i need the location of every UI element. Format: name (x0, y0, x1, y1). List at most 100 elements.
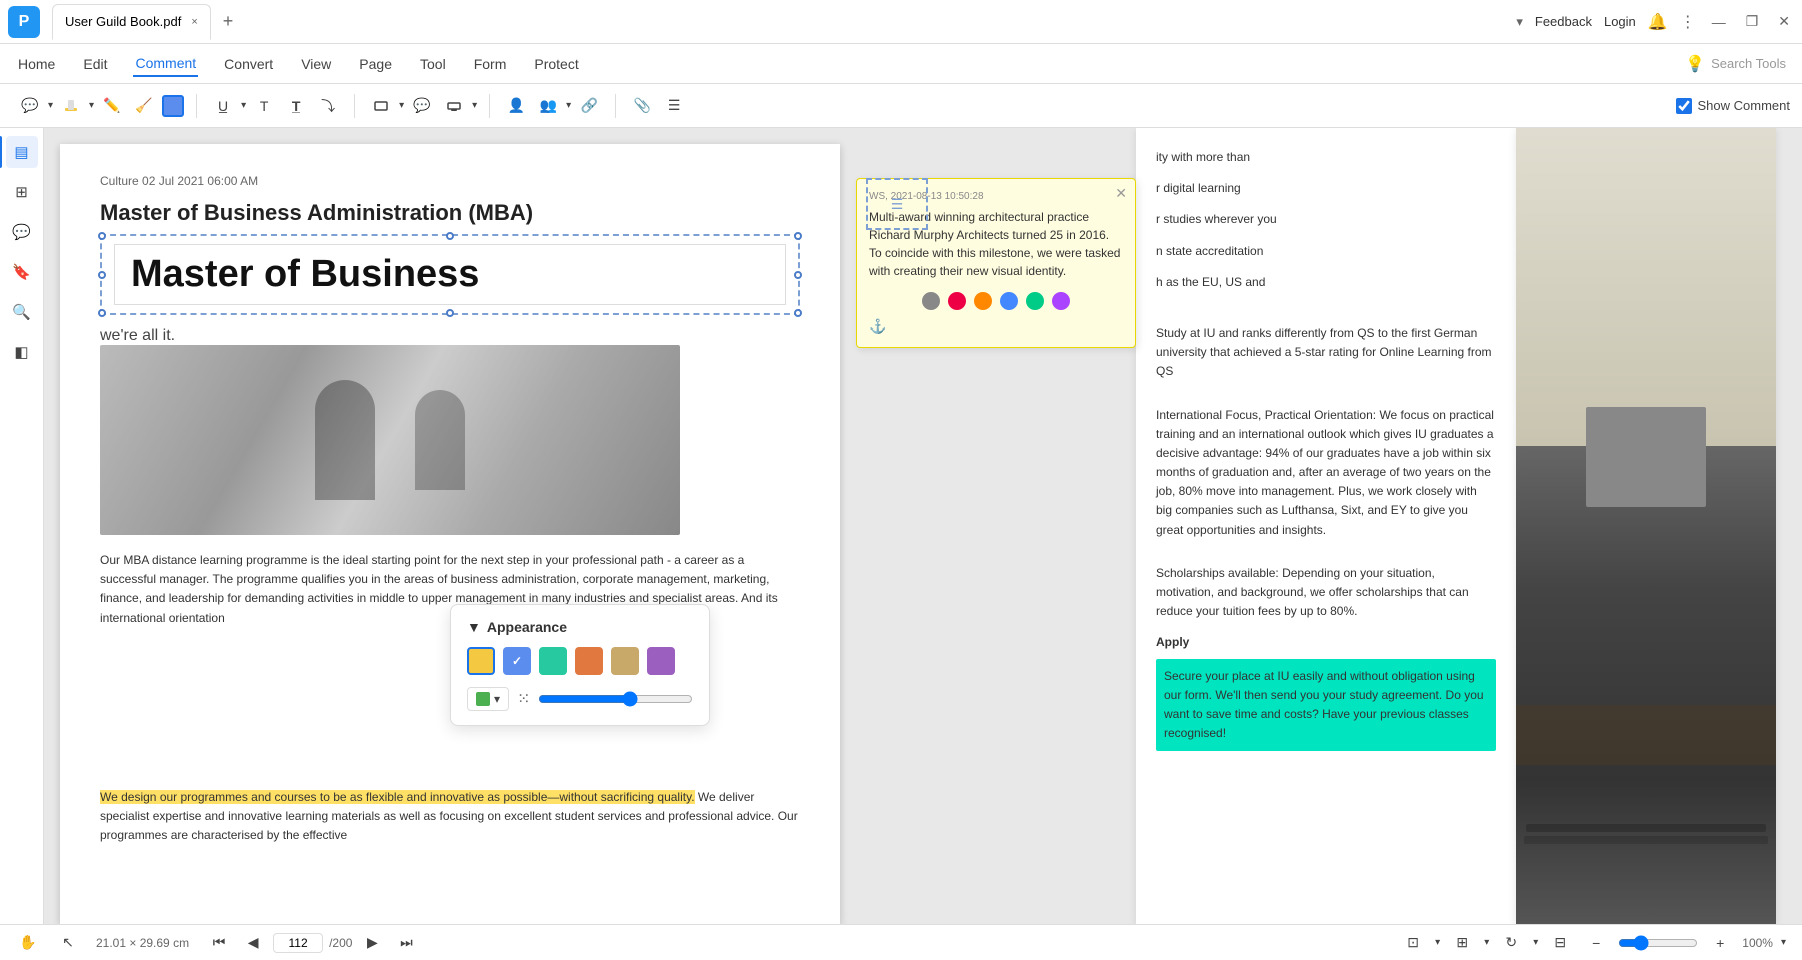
comment-color-orange[interactable] (974, 292, 992, 310)
opacity-slider[interactable] (538, 691, 693, 707)
sticky-dropdown-btn[interactable]: ▾ (48, 100, 53, 111)
search-tools-icon: 💡 (1685, 54, 1705, 74)
grid-btn[interactable]: ⊟ (1546, 929, 1574, 957)
color-teal-btn[interactable] (539, 647, 567, 675)
sidebar-bookmarks-btn[interactable]: 🔖 (6, 256, 38, 288)
zoom-out-btn[interactable]: − (1582, 929, 1610, 957)
minimize-btn[interactable]: — (1708, 14, 1730, 30)
list-btn[interactable]: ☰ (660, 92, 688, 120)
hand-tool-btn[interactable]: ✋ (16, 931, 40, 955)
sidebar-search-btn[interactable]: 🔍 (6, 296, 38, 328)
width-dropdown-btn[interactable]: ▾ (1484, 937, 1489, 948)
zoom-in-btn[interactable]: + (1706, 929, 1734, 957)
zoom-dropdown-btn[interactable]: ▾ (1781, 937, 1786, 948)
color-swatch-btn[interactable] (162, 95, 184, 117)
highlight-btn[interactable] (57, 92, 85, 120)
comment-color-purple[interactable] (1052, 292, 1070, 310)
handle-tl[interactable] (98, 232, 106, 240)
fill-dropdown-icon[interactable]: ▾ (494, 692, 500, 706)
callout-btn[interactable]: 💬 (408, 92, 436, 120)
handle-bc[interactable] (446, 309, 454, 317)
menu-form[interactable]: Form (472, 52, 509, 76)
highlight-dropdown-btn[interactable]: ▾ (89, 100, 94, 111)
menu-protect[interactable]: Protect (532, 52, 580, 76)
fill-color-btn[interactable]: ▾ (467, 687, 509, 711)
dropdown-arrow-icon[interactable]: ▾ (1516, 14, 1523, 30)
first-page-btn[interactable]: ⏮ (205, 929, 233, 957)
text-btn[interactable]: T (250, 92, 278, 120)
color-yellow-btn[interactable] (467, 647, 495, 675)
zoom-slider[interactable] (1618, 935, 1698, 951)
appearance-title: Appearance (487, 619, 567, 635)
link-btn[interactable]: 🔗 (575, 92, 603, 120)
users-btn[interactable]: 👥 (534, 92, 562, 120)
more-options-icon[interactable]: ⋮ (1680, 12, 1696, 32)
shape-dropdown-btn[interactable]: ▾ (399, 100, 404, 111)
text-edit-btn[interactable]: T̲ (282, 92, 310, 120)
handle-tc[interactable] (446, 232, 454, 240)
page-number-input[interactable] (273, 933, 323, 953)
color-orange-btn[interactable] (575, 647, 603, 675)
notification-icon[interactable]: 🔔 (1648, 12, 1668, 32)
select-tool-btn[interactable]: ↖ (56, 931, 80, 955)
eraser-btn[interactable]: 🧹 (130, 92, 158, 120)
stamp-dropdown-btn[interactable]: ▾ (472, 100, 477, 111)
stamp-btn[interactable] (440, 92, 468, 120)
handle-br[interactable] (794, 309, 802, 317)
feedback-btn[interactable]: Feedback (1535, 14, 1592, 29)
attachment-btn[interactable]: 📎 (628, 92, 656, 120)
para-1-text: ity with more than (1156, 150, 1250, 164)
show-comment-checkbox[interactable] (1676, 98, 1692, 114)
comment-color-blue[interactable] (1000, 292, 1018, 310)
new-tab-btn[interactable]: + (215, 11, 242, 32)
text-para-7: International Focus, Practical Orientati… (1156, 406, 1496, 540)
prev-page-btn[interactable]: ◀ (239, 929, 267, 957)
highlighted-text: We design our programmes and courses to … (100, 788, 800, 846)
fit-page-btn[interactable]: ⊡ (1399, 929, 1427, 957)
sidebar-pages-btn[interactable]: ▤ (6, 136, 38, 168)
sticky-note-btn[interactable]: 💬 (16, 92, 44, 120)
search-tools-label[interactable]: Search Tools (1711, 56, 1786, 71)
last-page-btn[interactable]: ⏭ (392, 929, 420, 957)
underline-dropdown-btn[interactable]: ▾ (241, 100, 246, 111)
rotate-dropdown-btn[interactable]: ▾ (1533, 937, 1538, 948)
close-btn[interactable]: ✕ (1774, 13, 1794, 30)
sidebar-thumbnails-btn[interactable]: ⊞ (6, 176, 38, 208)
maximize-btn[interactable]: ❐ (1742, 13, 1763, 30)
sidebar-layers-btn[interactable]: ◧ (6, 336, 38, 368)
handle-bl[interactable] (98, 309, 106, 317)
login-btn[interactable]: Login (1604, 14, 1636, 29)
comment-color-gray[interactable] (922, 292, 940, 310)
menu-page[interactable]: Page (357, 52, 394, 76)
menu-comment[interactable]: Comment (133, 51, 198, 77)
menu-convert[interactable]: Convert (222, 52, 275, 76)
menu-edit[interactable]: Edit (81, 52, 109, 76)
handle-ml[interactable] (98, 271, 106, 279)
underline-btn[interactable]: U̲ (209, 92, 237, 120)
scatter-icon[interactable]: ⁙ (517, 689, 530, 709)
rectangle-btn[interactable] (367, 92, 395, 120)
color-blue-btn[interactable]: ✓ (503, 647, 531, 675)
menu-view[interactable]: View (299, 52, 333, 76)
comment-color-green[interactable] (1026, 292, 1044, 310)
comment-color-red[interactable] (948, 292, 966, 310)
user-btn[interactable]: 👤 (502, 92, 530, 120)
menu-tool[interactable]: Tool (418, 52, 448, 76)
color-purple-btn[interactable] (647, 647, 675, 675)
handle-mr[interactable] (794, 271, 802, 279)
handle-tr[interactable] (794, 232, 802, 240)
pdf-tab[interactable]: User Guild Book.pdf × (52, 4, 211, 40)
fit-width-btn[interactable]: ⊞ (1448, 929, 1476, 957)
text-replace-btn[interactable]: ⤵ (314, 92, 342, 120)
fit-dropdown-btn[interactable]: ▾ (1435, 937, 1440, 948)
users-dropdown-btn[interactable]: ▾ (566, 100, 571, 111)
menu-home[interactable]: Home (16, 52, 57, 76)
rotate-btn[interactable]: ↻ (1497, 929, 1525, 957)
sidebar-comments-btn[interactable]: 💬 (6, 216, 38, 248)
color-tan-btn[interactable] (611, 647, 639, 675)
selected-text-box[interactable]: Master of Business (100, 234, 800, 315)
comment-close-btn[interactable]: ✕ (1115, 185, 1127, 202)
next-page-btn[interactable]: ▶ (358, 929, 386, 957)
tab-close-btn[interactable]: × (191, 16, 197, 28)
pencil-btn[interactable]: ✏️ (98, 92, 126, 120)
